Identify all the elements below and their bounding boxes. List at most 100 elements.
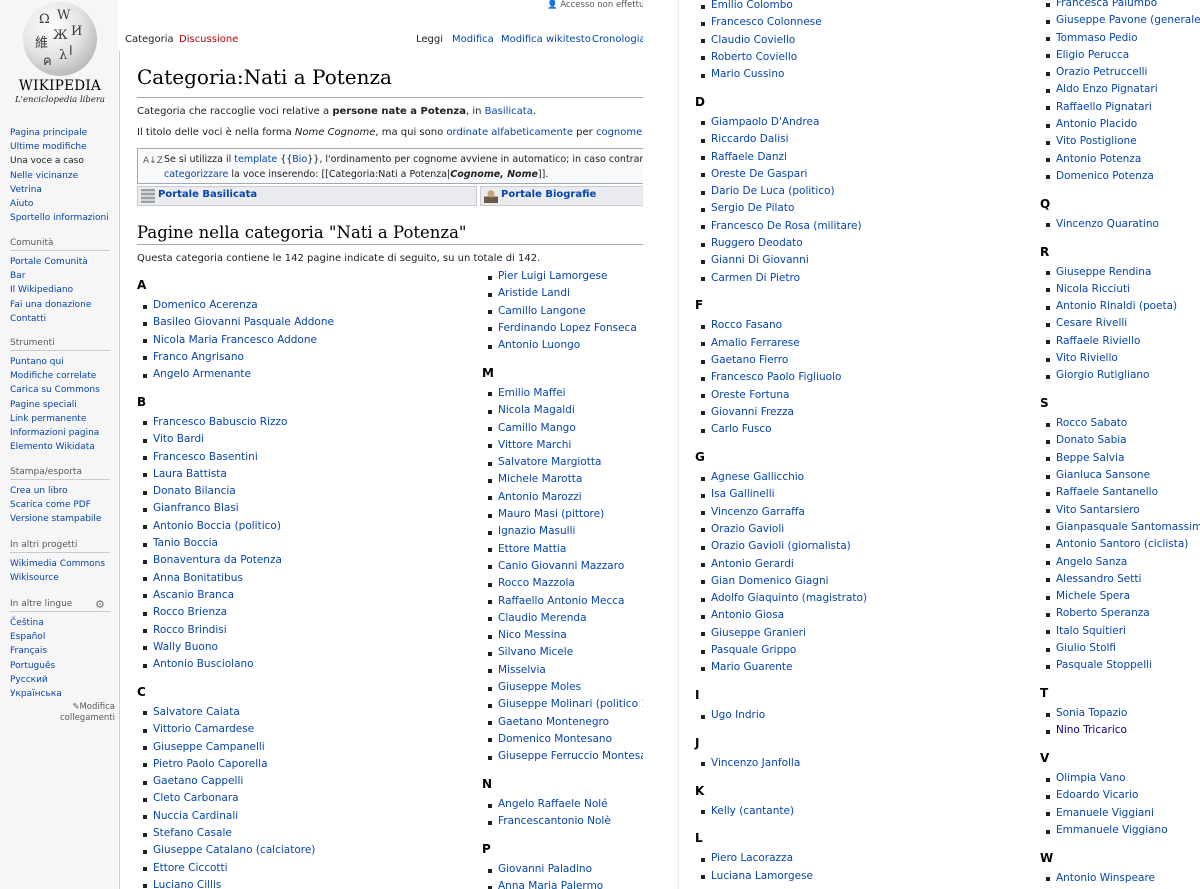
category-member-link[interactable]: Vittorio Camardese <box>137 721 457 738</box>
tab-history[interactable]: Cronologia <box>592 34 643 45</box>
category-member-link[interactable]: Riccardo Dalisi <box>695 131 1025 148</box>
category-member-link[interactable]: Mario Cussino <box>695 66 1025 83</box>
category-member-link[interactable]: Raffaello Antonio Mecca <box>482 593 643 610</box>
template-link[interactable]: template <box>234 154 277 165</box>
category-member-link[interactable]: Orazio Gavioli <box>695 521 1025 538</box>
category-member-link[interactable]: Anna Bonitatibus <box>137 570 457 587</box>
category-member-link[interactable]: Ettore Mattia <box>482 541 643 558</box>
category-member-link[interactable]: Adolfo Giaquinto (magistrato) <box>695 590 1025 607</box>
category-member-link[interactable]: Michele Spera <box>1040 588 1200 605</box>
category-member-link[interactable]: Antonio Potenza <box>1040 151 1200 168</box>
category-member-link[interactable]: Franco Angrisano <box>137 349 457 366</box>
category-member-link[interactable]: Stefano Casale <box>137 825 457 842</box>
category-member-link[interactable]: Domenico Potenza <box>1040 168 1200 185</box>
category-member-link[interactable]: Luciana Lamorgese <box>695 868 1025 885</box>
category-member-link[interactable]: Basileo Giovanni Pasquale Addone <box>137 314 457 331</box>
category-member-link[interactable]: Antonio Santoro (ciclista) <box>1040 536 1200 553</box>
community-item[interactable]: Contatti <box>10 312 110 326</box>
potenza-link[interactable]: Potenza <box>421 106 466 117</box>
category-member-link[interactable]: Donato Sabia <box>1040 432 1200 449</box>
tools-item[interactable]: Link permanente <box>10 412 110 426</box>
category-member-link[interactable]: Ettore Ciccotti <box>137 860 457 877</box>
category-member-link[interactable]: Rocco Mazzola <box>482 575 643 592</box>
category-member-link[interactable]: Edoardo Vicario <box>1040 787 1200 804</box>
print-item[interactable]: Versione stampabile <box>10 512 110 526</box>
category-member-link[interactable]: Gaetano Cappelli <box>137 773 457 790</box>
category-member-link[interactable]: Mauro Masi (pittore) <box>482 506 643 523</box>
category-member-link[interactable]: Rocco Fasano <box>695 317 1025 334</box>
category-member-link[interactable]: Gianluca Sansone <box>1040 467 1200 484</box>
category-member-link[interactable]: Aristide Landi <box>482 285 643 302</box>
category-member-link[interactable]: Nicola Ricciuti <box>1040 281 1200 298</box>
category-member-link[interactable]: Michele Marotta <box>482 471 643 488</box>
category-member-link[interactable]: Antonio Winspeare <box>1040 870 1200 887</box>
category-member-link[interactable]: Aldo Enzo Pignatari <box>1040 81 1200 98</box>
category-member-link[interactable]: Raffaello Pignatari <box>1040 99 1200 116</box>
category-member-link[interactable]: Vito Bardi <box>137 431 457 448</box>
category-member-link[interactable]: Piero Lacorazza <box>695 850 1025 867</box>
category-member-link[interactable]: Bonaventura da Potenza <box>137 552 457 569</box>
community-item[interactable]: Fai una donazione <box>10 298 110 312</box>
category-member-link[interactable]: Tanio Boccia <box>137 535 457 552</box>
category-member-link[interactable]: Antonio Rinaldi (poeta) <box>1040 298 1200 315</box>
category-member-link[interactable]: Vito Santarsiero <box>1040 502 1200 519</box>
category-member-link[interactable]: Giampaolo D'Andrea <box>695 114 1025 131</box>
category-member-link[interactable]: Domenico Acerenza <box>137 297 457 314</box>
category-member-link[interactable]: Vincenzo Janfolla <box>695 755 1025 772</box>
category-member-link[interactable]: Giovanni Paladino <box>482 861 643 878</box>
category-member-link[interactable]: Gaetano Montenegro <box>482 714 643 731</box>
category-member-link[interactable]: Luciano Cillis <box>137 877 457 889</box>
category-member-link[interactable]: Rocco Sabato <box>1040 415 1200 432</box>
category-member-link[interactable]: Nicola Magaldi <box>482 402 643 419</box>
category-member-link[interactable]: Vincenzo Garraffa <box>695 504 1025 521</box>
category-member-link[interactable]: Sergio De Pilato <box>695 200 1025 217</box>
portal-biografie-link[interactable]: Portale Biografie <box>480 186 643 206</box>
category-member-link[interactable]: Nino Tricarico <box>1040 722 1200 739</box>
category-member-link[interactable]: Pietro Paolo Caporella <box>137 756 457 773</box>
category-member-link[interactable]: Ascanio Branca <box>137 587 457 604</box>
category-member-link[interactable]: Emilio Maffei <box>482 385 643 402</box>
category-member-link[interactable]: Giorgio Rutigliano <box>1040 367 1200 384</box>
category-member-link[interactable]: Cleto Carbonara <box>137 790 457 807</box>
nav-item-recent-changes[interactable]: Ultime modifiche <box>10 140 110 154</box>
category-member-link[interactable]: Misselvia <box>482 662 643 679</box>
tools-item[interactable]: Carica su Commons <box>10 383 110 397</box>
category-member-link[interactable]: Antonio Giosa <box>695 607 1025 624</box>
category-member-link[interactable]: Italo Squitieri <box>1040 623 1200 640</box>
category-member-link[interactable]: Cesare Rivelli <box>1040 315 1200 332</box>
category-member-link[interactable]: Eligio Perucca <box>1040 47 1200 64</box>
language-item[interactable]: Español <box>10 630 110 644</box>
category-member-link[interactable]: Pasquale Grippo <box>695 642 1025 659</box>
tab-read[interactable]: Leggi <box>416 34 443 45</box>
category-member-link[interactable]: Silvano Micele <box>482 644 643 661</box>
category-member-link[interactable]: Giovanni Frezza <box>695 404 1025 421</box>
tab-category[interactable]: Categoria <box>125 34 174 45</box>
category-member-link[interactable]: Giuseppe Moles <box>482 679 643 696</box>
category-member-link[interactable]: Emilio Colombo <box>695 0 1025 14</box>
category-member-link[interactable]: Pier Luigi Lamorgese <box>482 268 643 285</box>
category-member-link[interactable]: Nicola Maria Francesco Addone <box>137 332 457 349</box>
basilicata-link[interactable]: Basilicata <box>485 106 533 117</box>
category-member-link[interactable]: Rocco Brienza <box>137 604 457 621</box>
category-member-link[interactable]: Nico Messina <box>482 627 643 644</box>
category-member-link[interactable]: Giuseppe Ferruccio Montesano <box>482 748 643 765</box>
category-member-link[interactable]: Canio Giovanni Mazzaro <box>482 558 643 575</box>
tab-edit-wikitext[interactable]: Modifica wikitesto <box>501 34 591 45</box>
category-member-link[interactable]: Francesco Paolo Figliuolo <box>695 369 1025 386</box>
category-member-link[interactable]: Antonio Placido <box>1040 116 1200 133</box>
category-member-link[interactable]: Laura Battista <box>137 466 457 483</box>
category-member-link[interactable]: Giuseppe Rendina <box>1040 264 1200 281</box>
community-item[interactable]: Portale Comunità <box>10 255 110 269</box>
language-item[interactable]: Русский <box>10 673 110 687</box>
category-member-link[interactable]: Roberto Speranza <box>1040 605 1200 622</box>
category-member-link[interactable]: Salvatore Caiata <box>137 704 457 721</box>
category-member-link[interactable]: Francesco Colonnese <box>695 14 1025 31</box>
category-member-link[interactable]: Francesco De Rosa (militare) <box>695 218 1025 235</box>
category-member-link[interactable]: Agnese Gallicchio <box>695 469 1025 486</box>
category-member-link[interactable]: Salvatore Margiotta <box>482 454 643 471</box>
category-member-link[interactable]: Antonio Luongo <box>482 337 643 354</box>
category-member-link[interactable]: Francesco Babuscio Rizzo <box>137 414 457 431</box>
category-member-link[interactable]: Oreste De Gaspari <box>695 166 1025 183</box>
category-member-link[interactable]: Angelo Sanza <box>1040 554 1200 571</box>
category-member-link[interactable]: Claudio Merenda <box>482 610 643 627</box>
